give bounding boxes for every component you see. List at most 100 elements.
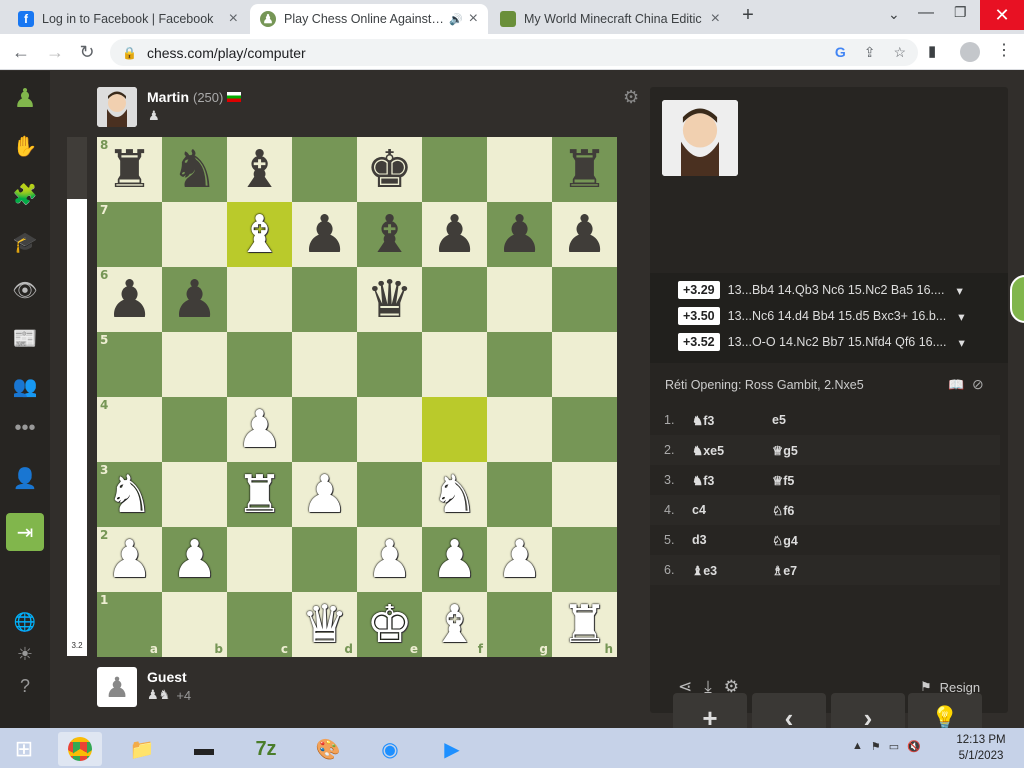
square-f7[interactable]: ♟ [422, 202, 487, 267]
chesscom-logo-icon[interactable]: ♟ [8, 81, 42, 115]
square-e1[interactable]: ♚ e [357, 592, 422, 657]
engine-line[interactable]: +3.50 13...Nc6 14.d4 Bb4 15.d5 Bxc3+ 16.b… [678, 305, 964, 327]
square-d8[interactable] [292, 137, 357, 202]
square-a4[interactable]: 4 [97, 397, 162, 462]
book-icon[interactable]: 📖 [948, 377, 964, 393]
white-queen[interactable]: ♛ [301, 599, 348, 651]
white-pawn[interactable]: ♟ [106, 534, 153, 586]
square-h2[interactable] [552, 527, 617, 592]
settings-gear-icon[interactable]: ⚙ [623, 87, 639, 108]
windows-start-icon[interactable]: ⊞ [2, 732, 46, 766]
square-e4[interactable] [357, 397, 422, 462]
play-icon[interactable]: ✋ [8, 129, 42, 163]
square-b8[interactable]: ♞ [162, 137, 227, 202]
taskbar-clock[interactable]: 12:13 PM 5/1/2023 [948, 732, 1014, 764]
square-g3[interactable] [487, 462, 552, 527]
profile-avatar-icon[interactable] [960, 42, 980, 62]
share-icon[interactable]: ⋖ [678, 677, 692, 697]
square-d7[interactable]: ♟ [292, 202, 357, 267]
square-e3[interactable] [357, 462, 422, 527]
black-queen[interactable]: ♛ [366, 274, 413, 326]
puzzles-icon[interactable]: 🧩 [8, 177, 42, 211]
black-bishop[interactable]: ♝ [236, 144, 283, 196]
black-king[interactable]: ♚ [366, 144, 413, 196]
app-icon[interactable]: ◉ [368, 732, 412, 766]
chevron-down-icon[interactable]: ▾ [958, 309, 964, 324]
square-a1[interactable]: 1a [97, 592, 162, 657]
learn-icon[interactable]: 🎓 [8, 225, 42, 259]
square-h8[interactable]: ♜ [552, 137, 617, 202]
tab-facebook[interactable]: f Log in to Facebook | Facebook × [8, 4, 248, 34]
square-c3[interactable]: ♜ [227, 462, 292, 527]
square-h5[interactable] [552, 332, 617, 397]
square-c1[interactable]: c [227, 592, 292, 657]
tab-minecraft[interactable]: My World Minecraft China Editic × [490, 4, 730, 34]
theme-sun-icon[interactable]: ☀ [8, 637, 42, 671]
square-d6[interactable] [292, 267, 357, 332]
square-f4[interactable] [422, 397, 487, 462]
file-explorer-icon[interactable]: 📁 [120, 732, 164, 766]
news-icon[interactable]: 📰 [8, 321, 42, 355]
square-d2[interactable] [292, 527, 357, 592]
tab-search-icon[interactable]: ⌄ [888, 6, 900, 23]
black-move[interactable]: e5 [772, 413, 786, 427]
square-f2[interactable]: ♟ [422, 527, 487, 592]
resign-button[interactable]: ⚑ Resign [920, 679, 980, 695]
menu-kebab-icon[interactable]: ⋮ [996, 40, 1012, 60]
network-icon[interactable]: ▭ [889, 740, 899, 753]
black-pawn[interactable]: ♟ [561, 209, 608, 261]
social-icon[interactable]: 👥 [8, 369, 42, 403]
flag-icon[interactable]: ⚑ [871, 740, 881, 753]
white-move[interactable]: c4 [692, 503, 772, 517]
square-a6[interactable]: ♟ 6 [97, 267, 162, 332]
sidebar-panel-icon[interactable]: ▮ [928, 42, 936, 60]
google-icon[interactable]: G [835, 44, 846, 61]
black-rook[interactable]: ♜ [106, 144, 153, 196]
more-icon[interactable]: ••• [8, 411, 42, 445]
square-c2[interactable] [227, 527, 292, 592]
square-g8[interactable] [487, 137, 552, 202]
square-a5[interactable]: 5 [97, 332, 162, 397]
square-f3[interactable]: ♞ [422, 462, 487, 527]
white-move[interactable]: ♝e3 [692, 563, 772, 578]
black-pawn[interactable]: ♟ [106, 274, 153, 326]
square-h3[interactable] [552, 462, 617, 527]
black-bishop[interactable]: ♝ [366, 209, 413, 261]
engine-line[interactable]: +3.52 13...O-O 14.Nc2 Bb7 15.Nfd4 Qf6 16.… [678, 331, 965, 353]
white-rook[interactable]: ♜ [561, 599, 608, 651]
square-g4[interactable] [487, 397, 552, 462]
square-e6[interactable]: ♛ [357, 267, 422, 332]
chevron-down-icon[interactable]: ▾ [956, 283, 962, 298]
square-g1[interactable]: g [487, 592, 552, 657]
white-king[interactable]: ♚ [366, 599, 413, 651]
square-e8[interactable]: ♚ [357, 137, 422, 202]
square-h1[interactable]: ♜ h [552, 592, 617, 657]
close-tab-icon[interactable]: × [711, 10, 720, 28]
square-c4[interactable]: ♟ [227, 397, 292, 462]
terminal-icon[interactable]: ▬ [182, 732, 226, 766]
chrome-icon[interactable] [58, 732, 102, 766]
paint-icon[interactable]: 🎨 [306, 732, 350, 766]
close-tab-icon[interactable]: × [469, 10, 478, 28]
square-a8[interactable]: ♜ 8 [97, 137, 162, 202]
forward-icon[interactable]: → [40, 34, 70, 70]
square-c7[interactable]: ♝ [227, 202, 292, 267]
square-g7[interactable]: ♟ [487, 202, 552, 267]
media-player-icon[interactable]: ▶ [430, 732, 474, 766]
white-pawn[interactable]: ♟ [496, 534, 543, 586]
square-c6[interactable] [227, 267, 292, 332]
square-g6[interactable] [487, 267, 552, 332]
square-f1[interactable]: ♝ f [422, 592, 487, 657]
square-f8[interactable] [422, 137, 487, 202]
square-a2[interactable]: ♟ 2 [97, 527, 162, 592]
tab-chess[interactable]: ♟ Play Chess Online Against th 🔊 × [250, 4, 488, 34]
square-b4[interactable] [162, 397, 227, 462]
white-knight[interactable]: ♞ [431, 469, 478, 521]
square-c5[interactable] [227, 332, 292, 397]
black-move[interactable]: ♘g4 [772, 533, 798, 548]
back-icon[interactable]: ← [6, 34, 36, 70]
square-d3[interactable]: ♟ [292, 462, 357, 527]
square-b5[interactable] [162, 332, 227, 397]
white-move[interactable]: ♞f3 [692, 413, 772, 428]
bookmark-star-icon[interactable]: ☆ [893, 44, 906, 61]
